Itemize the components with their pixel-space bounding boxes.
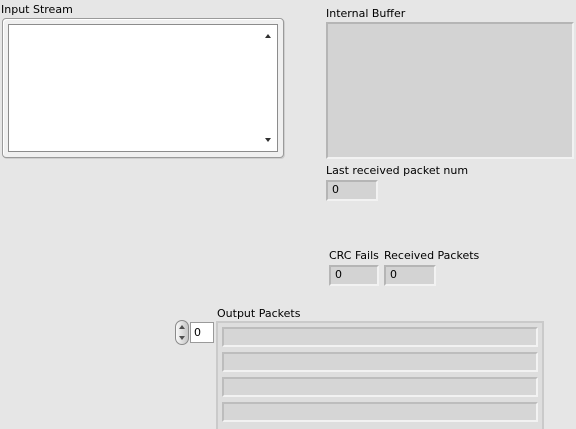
last-received-packet-num-label: Last received packet num <box>326 164 469 177</box>
array-index-input[interactable]: 0 <box>190 322 214 343</box>
input-stream-input[interactable] <box>12 27 260 147</box>
input-stream-label: Input Stream <box>1 3 73 16</box>
input-stream-text-area <box>8 24 278 152</box>
input-stream-control <box>2 18 284 158</box>
decrement-arrow-icon[interactable] <box>179 336 185 340</box>
increment-arrow-icon[interactable] <box>179 325 185 329</box>
output-packet-element <box>222 352 538 372</box>
output-packets-label: Output Packets <box>217 307 301 320</box>
array-index-spinner[interactable] <box>175 320 189 345</box>
scroll-down-arrow-icon[interactable] <box>265 138 271 142</box>
output-packet-element <box>222 402 538 422</box>
received-packets-label: Received Packets <box>384 249 480 262</box>
internal-buffer-indicator <box>326 22 574 159</box>
crc-fails-label: CRC Fails <box>329 249 379 262</box>
received-packets-indicator: 0 <box>384 265 436 286</box>
output-packets-array <box>216 321 544 429</box>
scroll-up-arrow-icon[interactable] <box>265 34 271 38</box>
crc-fails-indicator: 0 <box>329 265 379 286</box>
output-packet-element <box>222 377 538 397</box>
output-packet-element <box>222 327 538 347</box>
last-received-packet-num-indicator: 0 <box>326 180 378 201</box>
internal-buffer-label: Internal Buffer <box>326 7 406 20</box>
